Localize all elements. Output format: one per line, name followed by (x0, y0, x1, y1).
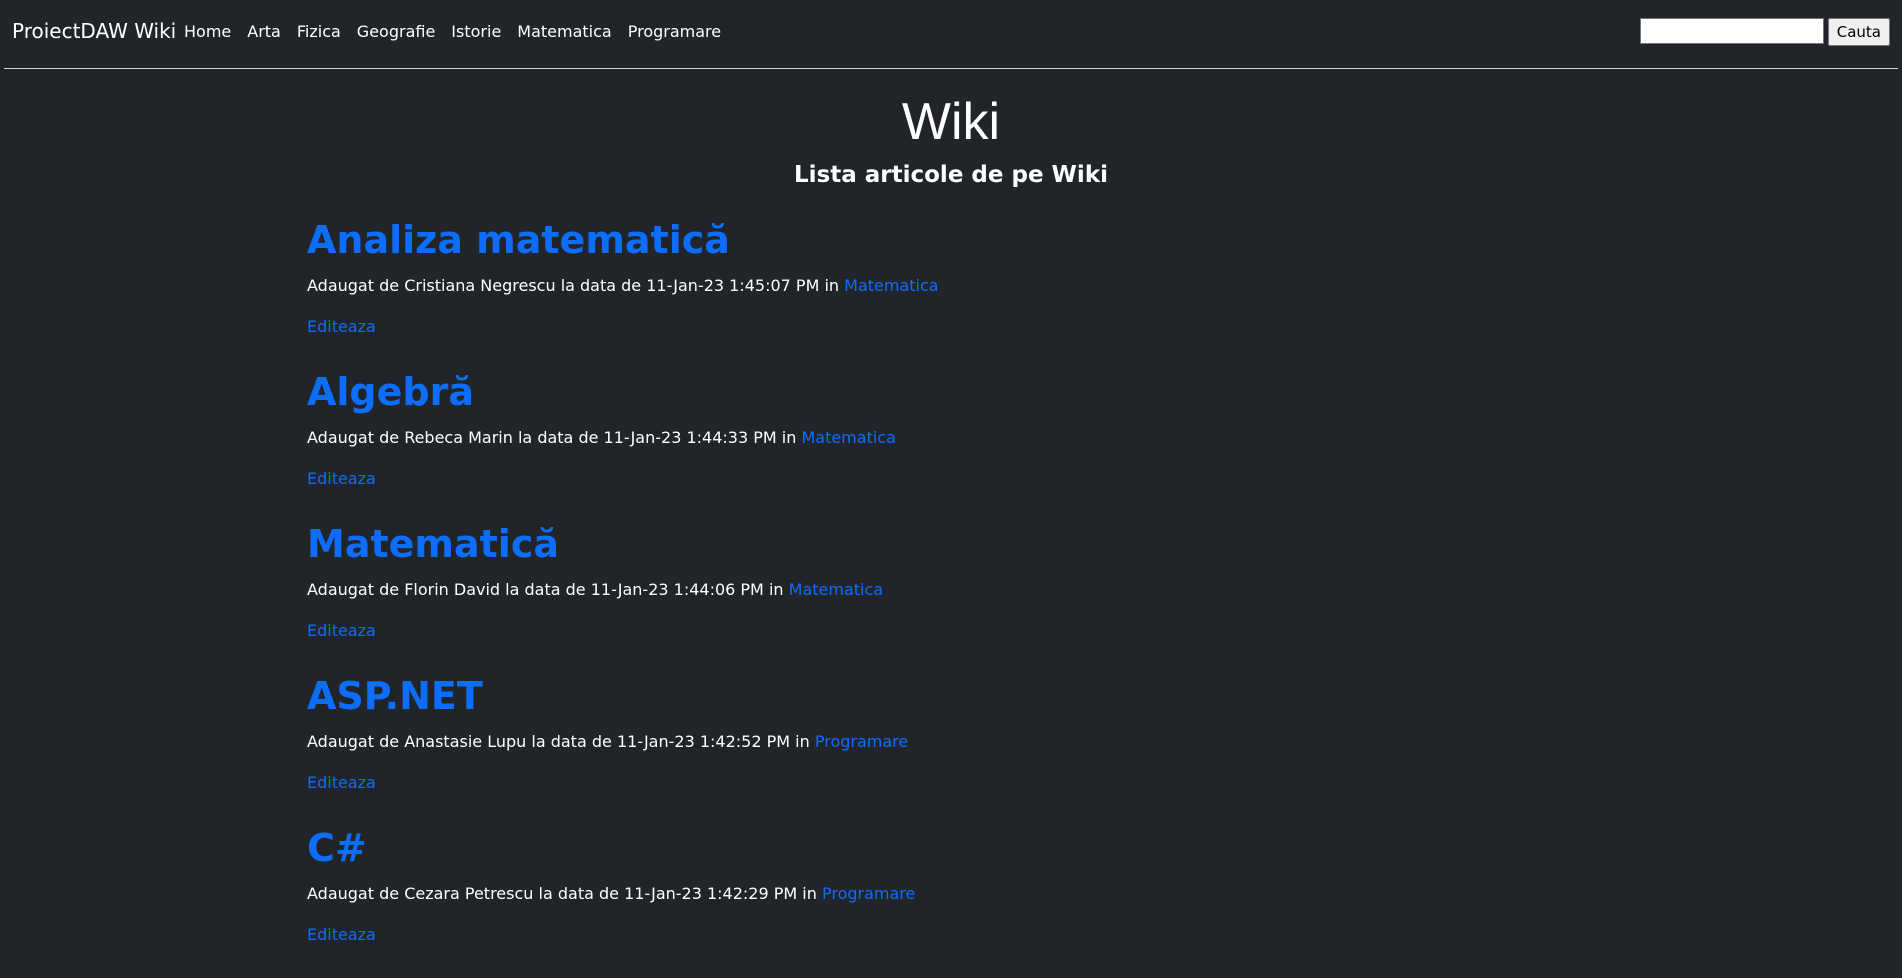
nav-link-istorie[interactable]: Istorie (451, 22, 501, 41)
article-item: Matematică Adaugat de Florin David la da… (307, 522, 1607, 674)
article-author: Cezara Petrescu (404, 883, 534, 903)
category-link[interactable]: Matematica (801, 428, 895, 447)
article-title-link[interactable]: C# (307, 826, 1607, 872)
edit-link[interactable]: Editeaza (307, 317, 376, 336)
article-list: Analiza matematică Adaugat de Cristiana … (307, 218, 1607, 978)
article-item: Analiza matematică Adaugat de Cristiana … (307, 218, 1607, 370)
article-date: 11-Jan-23 1:44:06 PM (590, 579, 764, 599)
brand-link[interactable]: ProiectDAW Wiki (12, 19, 176, 43)
in-label: in (768, 579, 784, 599)
nav-link-programare[interactable]: Programare (628, 22, 721, 41)
category-link[interactable]: Programare (822, 884, 915, 903)
article-author: Cristiana Negrescu (404, 275, 556, 295)
article-author: Florin David (404, 579, 501, 599)
added-by-label: Adaugat de (307, 731, 400, 751)
article-date: 11-Jan-23 1:44:33 PM (603, 427, 777, 447)
edit-link[interactable]: Editeaza (307, 469, 376, 488)
article-meta: Adaugat de Anastasie Lupu la data de 11-… (307, 732, 1607, 751)
article-date: 11-Jan-23 1:42:52 PM (616, 731, 791, 751)
category-link[interactable]: Matematica (844, 276, 938, 295)
date-label: la data de (517, 427, 599, 447)
added-by-label: Adaugat de (307, 883, 400, 903)
added-by-label: Adaugat de (307, 579, 400, 599)
page-subtitle: Lista articole de pe Wiki (794, 161, 1108, 188)
edit-link[interactable]: Editeaza (307, 925, 376, 944)
edit-link[interactable]: Editeaza (307, 621, 376, 640)
added-by-label: Adaugat de (307, 275, 400, 295)
in-label: in (824, 275, 840, 295)
article-title-link[interactable]: Algebră (307, 370, 1607, 416)
search-form: Cauta (1639, 18, 1890, 46)
search-input[interactable] (1639, 18, 1824, 44)
nav-link-home[interactable]: Home (184, 22, 231, 41)
added-by-label: Adaugat de (307, 427, 400, 447)
article-author: Rebeca Marin (404, 427, 513, 447)
date-label: la data de (560, 275, 642, 295)
article-item: ASP.NET Adaugat de Anastasie Lupu la dat… (307, 674, 1607, 826)
article-title-link[interactable]: Analiza matematică (307, 218, 1607, 264)
nav-link-matematica[interactable]: Matematica (517, 22, 611, 41)
article-item: Algebră Adaugat de Rebeca Marin la data … (307, 370, 1607, 522)
article-title-link[interactable]: Matematică (307, 522, 1607, 568)
article-title-link[interactable]: ASP.NET (307, 674, 1607, 720)
page-title: Wiki (901, 93, 1001, 151)
article-date: 11-Jan-23 1:45:07 PM (646, 275, 820, 295)
navbar: ProiectDAW Wiki Home Arta Fizica Geograf… (4, 0, 1898, 69)
in-label: in (795, 731, 810, 751)
article-item: C# Adaugat de Cezara Petrescu la data de… (307, 826, 1607, 978)
nav-links: Home Arta Fizica Geografie Istorie Matem… (184, 22, 737, 41)
article-author: Anastasie Lupu (404, 731, 527, 751)
date-label: la data de (505, 579, 586, 599)
in-label: in (781, 427, 797, 447)
category-link[interactable]: Matematica (789, 580, 883, 599)
article-date: 11-Jan-23 1:42:29 PM (624, 883, 798, 903)
edit-link[interactable]: Editeaza (307, 773, 376, 792)
date-label: la data de (538, 883, 619, 903)
category-link[interactable]: Programare (815, 732, 908, 751)
date-label: la data de (531, 731, 612, 751)
nav-link-geografie[interactable]: Geografie (357, 22, 436, 41)
nav-link-fizica[interactable]: Fizica (297, 22, 341, 41)
search-button[interactable]: Cauta (1827, 18, 1890, 46)
article-meta: Adaugat de Rebeca Marin la data de 11-Ja… (307, 428, 1607, 447)
in-label: in (802, 883, 817, 903)
nav-link-arta[interactable]: Arta (247, 22, 281, 41)
article-meta: Adaugat de Cristiana Negrescu la data de… (307, 276, 1607, 295)
article-meta: Adaugat de Florin David la data de 11-Ja… (307, 580, 1607, 599)
article-meta: Adaugat de Cezara Petrescu la data de 11… (307, 884, 1607, 903)
